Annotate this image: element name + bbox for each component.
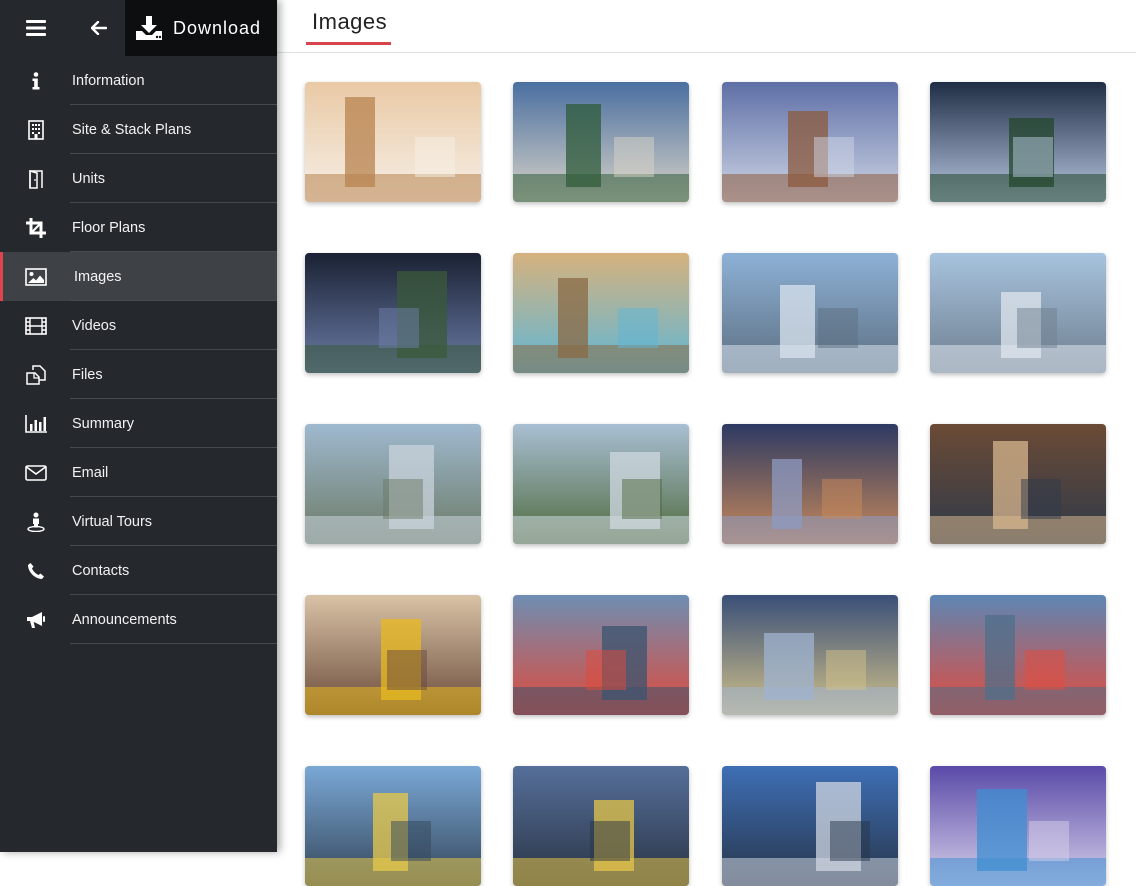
phone-icon [0, 562, 72, 580]
sidebar-item-floor-plans[interactable]: Floor Plans [0, 203, 277, 252]
sidebar-item-summary[interactable]: Summary [0, 399, 277, 448]
megaphone-icon [0, 611, 72, 629]
gallery-thumbnail[interactable] [722, 766, 898, 886]
page-header: Images [277, 0, 1136, 53]
gallery-thumbnail[interactable] [513, 595, 689, 715]
sidebar-item-virtual-tours[interactable]: Virtual Tours [0, 497, 277, 546]
film-icon [0, 317, 72, 335]
gallery-thumbnail[interactable] [930, 766, 1106, 886]
crop-icon [0, 218, 72, 238]
sidebar-item-label: Information [72, 73, 145, 89]
sidebar-item-label: Announcements [72, 612, 177, 628]
gallery-thumbnail[interactable] [513, 82, 689, 202]
gallery-thumbnail[interactable] [930, 424, 1106, 544]
hamburger-icon [26, 20, 46, 36]
download-label: Download [173, 18, 261, 39]
sidebar-item-videos[interactable]: Videos [0, 301, 277, 350]
sidebar-item-images[interactable]: Images [0, 252, 277, 301]
gallery-thumbnail[interactable] [513, 253, 689, 373]
gallery-thumbnail[interactable] [513, 766, 689, 886]
image-icon [0, 268, 72, 286]
info-icon [0, 72, 72, 90]
page-title: Images [312, 9, 387, 35]
gallery-thumbnail[interactable] [305, 82, 481, 202]
download-button[interactable]: Download [125, 0, 277, 56]
arrow-left-icon [91, 21, 107, 35]
gallery-thumbnail[interactable] [930, 253, 1106, 373]
sidebar-item-units[interactable]: Units [0, 154, 277, 203]
envelope-icon [0, 465, 72, 481]
sidebar-item-label: Units [72, 171, 105, 187]
sidebar-item-contacts[interactable]: Contacts [0, 546, 277, 595]
gallery-thumbnail[interactable] [930, 595, 1106, 715]
sidebar-item-files[interactable]: Files [0, 350, 277, 399]
sidebar-item-label: Images [74, 269, 122, 285]
back-button[interactable] [72, 0, 125, 56]
sidebar-item-label: Files [72, 367, 103, 383]
sidebar-item-label: Floor Plans [72, 220, 145, 236]
main-content: Images [277, 0, 1136, 852]
sidebar-item-email[interactable]: Email [0, 448, 277, 497]
gallery-thumbnail[interactable] [722, 253, 898, 373]
sidebar-nav: Information Site & Stack Plans Units Flo… [0, 56, 277, 644]
street-view-icon [0, 512, 72, 532]
download-icon [136, 16, 162, 40]
bar-chart-icon [0, 415, 72, 433]
sidebar: Download Information Site & Stack Plans … [0, 0, 277, 852]
gallery-thumbnail[interactable] [722, 595, 898, 715]
gallery-thumbnail[interactable] [305, 595, 481, 715]
sidebar-item-label: Videos [72, 318, 116, 334]
gallery-thumbnail[interactable] [513, 424, 689, 544]
files-icon [0, 365, 72, 385]
sidebar-item-label: Contacts [72, 563, 129, 579]
gallery-thumbnail[interactable] [722, 424, 898, 544]
title-underline [306, 42, 391, 45]
gallery-thumbnail[interactable] [930, 82, 1106, 202]
door-icon [0, 169, 72, 189]
sidebar-item-label: Site & Stack Plans [72, 122, 191, 138]
building-icon [0, 120, 72, 140]
sidebar-item-site-stack-plans[interactable]: Site & Stack Plans [0, 105, 277, 154]
sidebar-item-announcements[interactable]: Announcements [0, 595, 277, 644]
gallery-thumbnail[interactable] [722, 82, 898, 202]
sidebar-item-label: Summary [72, 416, 134, 432]
sidebar-item-information[interactable]: Information [0, 56, 277, 105]
gallery-thumbnail[interactable] [305, 424, 481, 544]
sidebar-topbar: Download [0, 0, 277, 56]
sidebar-item-label: Email [72, 465, 108, 481]
gallery-thumbnail[interactable] [305, 766, 481, 886]
menu-button[interactable] [0, 0, 72, 56]
gallery-thumbnail[interactable] [305, 253, 481, 373]
sidebar-item-label: Virtual Tours [72, 514, 152, 530]
